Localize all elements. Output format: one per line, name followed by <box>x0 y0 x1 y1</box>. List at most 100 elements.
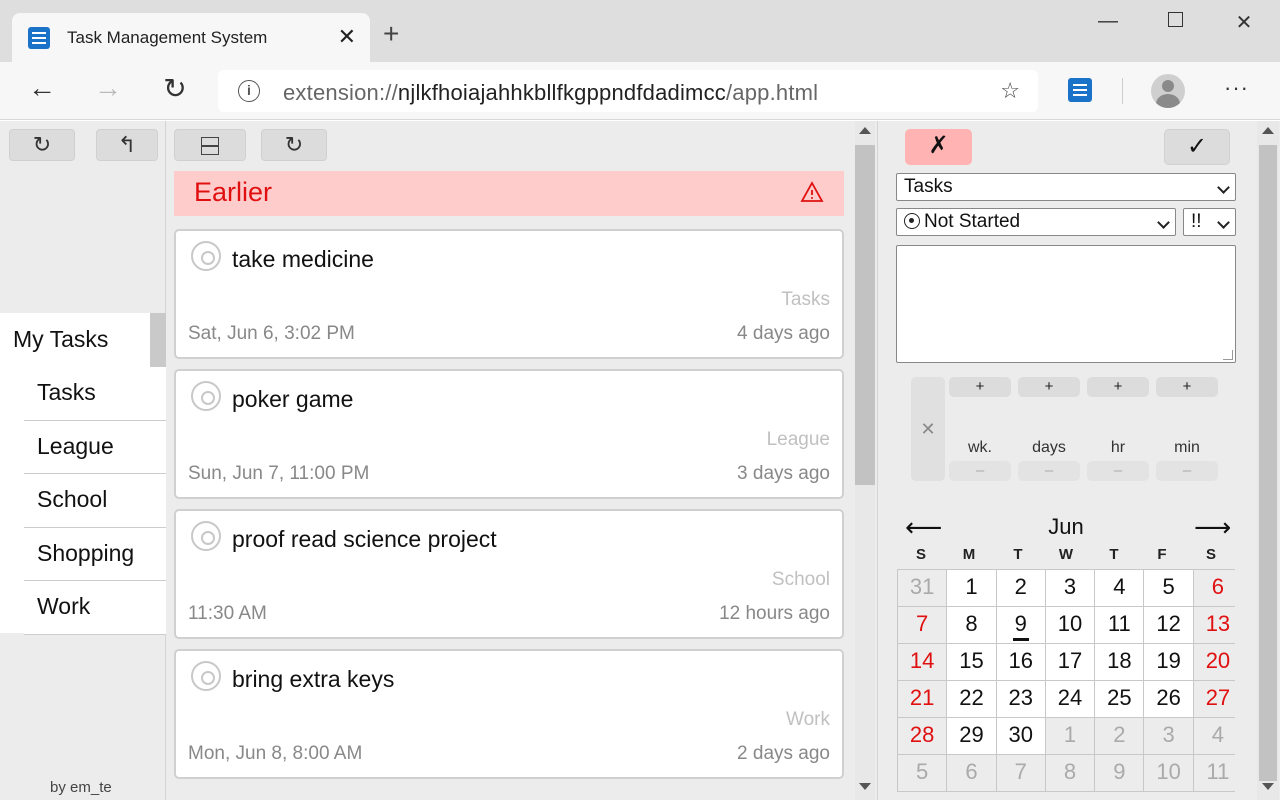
save-button[interactable]: ✓ <box>1164 129 1230 165</box>
close-tab-icon[interactable]: ✕ <box>338 24 356 50</box>
calendar-day[interactable]: 6 <box>1193 570 1243 606</box>
scroll-thumb[interactable] <box>1259 145 1277 781</box>
calendar-day[interactable]: 4 <box>1193 718 1243 754</box>
close-window-button[interactable]: ✕ <box>1229 10 1259 35</box>
browser-tab[interactable]: Task Management System ✕ <box>12 13 370 62</box>
increment-minutes-button[interactable]: + <box>1156 377 1218 397</box>
calendar-day[interactable]: 23 <box>996 681 1045 717</box>
address-url[interactable]: extension://njlkfhoiajahhkbllfkgppndfdad… <box>283 80 818 106</box>
calendar-day[interactable]: 15 <box>947 644 996 680</box>
back-button[interactable]: ← <box>24 72 60 104</box>
calendar-day[interactable]: 9 <box>996 607 1045 643</box>
task-card[interactable]: proof read science project School 11:30 … <box>174 509 844 639</box>
calendar-day[interactable]: 3 <box>1144 718 1193 754</box>
calendar-day[interactable]: 22 <box>947 681 996 717</box>
calendar-day[interactable]: 28 <box>898 718 947 754</box>
sync-button[interactable]: ↻ <box>9 129 75 161</box>
calendar-day[interactable]: 1 <box>947 570 996 606</box>
status-circle-icon[interactable] <box>191 521 221 551</box>
calendar-day[interactable]: 1 <box>1045 718 1095 754</box>
increment-days-button[interactable]: + <box>1018 377 1080 397</box>
calendar-day[interactable]: 12 <box>1144 607 1193 643</box>
increment-hours-button[interactable]: + <box>1087 377 1149 397</box>
calendar-day[interactable]: 5 <box>1144 570 1193 606</box>
prev-month-button[interactable]: ⟵ <box>905 512 942 543</box>
calendar-day[interactable]: 19 <box>1144 644 1193 680</box>
calendar-day[interactable]: 16 <box>996 644 1045 680</box>
account-header[interactable]: My Tasks <box>0 313 166 367</box>
decrement-hours-button[interactable]: – <box>1087 461 1149 481</box>
sidebar-item-work[interactable]: Work <box>24 581 166 635</box>
calendar-day[interactable]: 27 <box>1193 681 1243 717</box>
calendar-day[interactable]: 4 <box>1095 570 1144 606</box>
calendar-day[interactable]: 14 <box>898 644 947 680</box>
calendar-day[interactable]: 9 <box>1095 755 1144 791</box>
calendar-day[interactable]: 8 <box>1045 755 1095 791</box>
status-circle-icon[interactable] <box>191 241 221 271</box>
calendar-day[interactable]: 2 <box>1095 718 1144 754</box>
calendar-day[interactable]: 29 <box>947 718 996 754</box>
calendar-day[interactable]: 25 <box>1095 681 1144 717</box>
new-tab-button[interactable]: + <box>383 20 399 48</box>
next-month-button[interactable]: ⟶ <box>1194 512 1231 543</box>
priority-select[interactable]: !! <box>1183 208 1236 236</box>
task-list-scrollbar[interactable] <box>855 121 875 800</box>
decrement-minutes-button[interactable]: – <box>1156 461 1218 481</box>
calendar-day[interactable]: 31 <box>898 570 947 606</box>
extension-task-icon[interactable] <box>1068 78 1092 102</box>
cancel-button[interactable]: ✗ <box>905 129 972 165</box>
calendar-day[interactable]: 8 <box>947 607 996 643</box>
calendar-day[interactable]: 26 <box>1144 681 1193 717</box>
calendar-day[interactable]: 7 <box>898 607 947 643</box>
status-circle-icon[interactable] <box>191 661 221 691</box>
clear-duration-button[interactable]: ✕ <box>911 377 945 481</box>
toggle-view-button[interactable] <box>174 129 246 161</box>
calendar-day[interactable]: 13 <box>1193 607 1243 643</box>
forward-button[interactable]: → <box>90 72 126 104</box>
task-card[interactable]: take medicine Tasks Sat, Jun 6, 3:02 PM … <box>174 229 844 359</box>
decrement-days-button[interactable]: – <box>1018 461 1080 481</box>
task-card[interactable]: poker game League Sun, Jun 7, 11:00 PM 3… <box>174 369 844 499</box>
calendar-day[interactable]: 11 <box>1095 607 1144 643</box>
calendar-day[interactable]: 21 <box>898 681 947 717</box>
calendar-day[interactable]: 5 <box>898 755 947 791</box>
calendar-day[interactable]: 10 <box>1045 607 1095 643</box>
calendar-day[interactable]: 2 <box>996 570 1045 606</box>
status-circle-icon[interactable] <box>191 381 221 411</box>
sidebar-item-league[interactable]: League <box>24 420 166 474</box>
resize-grip-icon[interactable] <box>1223 350 1233 360</box>
calendar-day[interactable]: 6 <box>947 755 996 791</box>
sidebar-item-tasks[interactable]: Tasks <box>24 367 166 421</box>
editor-scrollbar[interactable] <box>1257 121 1279 800</box>
task-card[interactable]: bring extra keys Work Mon, Jun 8, 8:00 A… <box>174 649 844 779</box>
sidebar-item-shopping[interactable]: Shopping <box>24 527 166 581</box>
calendar-day[interactable]: 17 <box>1045 644 1095 680</box>
notes-textarea[interactable] <box>896 245 1236 363</box>
calendar-day[interactable]: 3 <box>1045 570 1095 606</box>
refresh-button[interactable]: ↻ <box>261 129 327 161</box>
calendar-day[interactable]: 30 <box>996 718 1045 754</box>
scroll-down-icon[interactable] <box>859 783 871 790</box>
scroll-up-icon[interactable] <box>859 127 871 134</box>
status-select[interactable]: Not Started <box>896 208 1176 236</box>
more-menu-icon[interactable]: ··· <box>1224 75 1249 101</box>
calendar-day[interactable]: 24 <box>1045 681 1095 717</box>
calendar-day[interactable]: 18 <box>1095 644 1144 680</box>
scroll-thumb[interactable] <box>855 145 875 485</box>
reload-button[interactable]: ↻ <box>157 72 193 105</box>
undo-button[interactable]: ↰ <box>96 129 158 161</box>
profile-avatar[interactable] <box>1151 74 1185 108</box>
address-bar[interactable]: i extension://njlkfhoiajahhkbllfkgppndfd… <box>218 70 1038 112</box>
scroll-up-icon[interactable] <box>1262 127 1274 134</box>
calendar-day[interactable]: 10 <box>1144 755 1193 791</box>
increment-weeks-button[interactable]: + <box>949 377 1011 397</box>
sidebar-item-school[interactable]: School <box>24 474 166 528</box>
list-select[interactable]: Tasks <box>896 173 1236 201</box>
calendar-day[interactable]: 7 <box>996 755 1045 791</box>
scroll-down-icon[interactable] <box>1262 783 1274 790</box>
favorite-star-icon[interactable]: ☆ <box>1000 78 1020 104</box>
maximize-window-button[interactable] <box>1160 10 1190 33</box>
calendar-day[interactable]: 11 <box>1193 755 1243 791</box>
info-icon[interactable]: i <box>238 80 260 102</box>
decrement-weeks-button[interactable]: – <box>949 461 1011 481</box>
